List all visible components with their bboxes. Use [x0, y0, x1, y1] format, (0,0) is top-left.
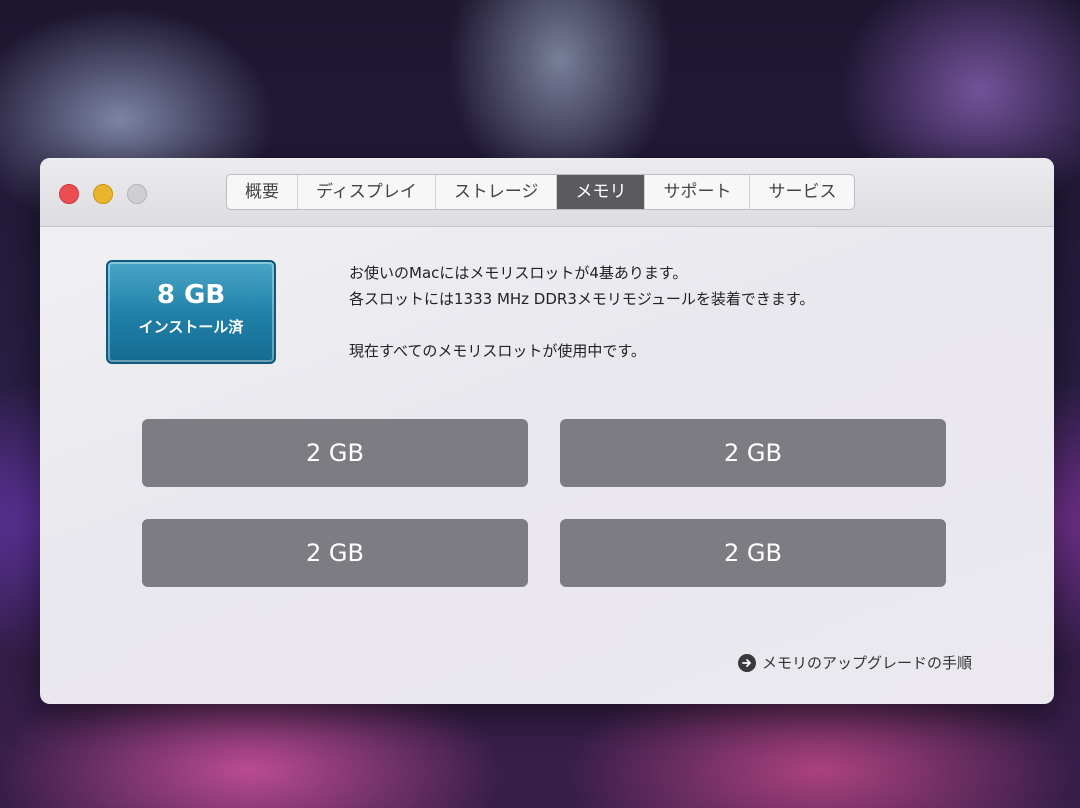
memory-slot-4: 2 GB — [560, 519, 946, 587]
info-line-slots: お使いのMacにはメモリスロットが4基あります。 — [349, 264, 688, 282]
memory-slot-3: 2 GB — [142, 519, 528, 587]
minimize-icon[interactable] — [93, 184, 113, 204]
tab-storage[interactable]: ストレージ — [436, 175, 558, 209]
memory-total-badge: 8 GB インストール済 — [106, 260, 276, 364]
memory-total-label: インストール済 — [138, 318, 244, 336]
info-line-status: 現在すべてのメモリスロットが使用中です。 — [349, 342, 646, 360]
title-bar: 概要 ディスプレイ ストレージ メモリ サポート サービス — [40, 158, 1054, 227]
zoom-icon[interactable] — [127, 184, 147, 204]
info-line-spec: 各スロットには1333 MHz DDR3メモリモジュールを装着できます。 — [349, 290, 815, 308]
tab-overview[interactable]: 概要 — [227, 175, 298, 209]
memory-slot-2: 2 GB — [560, 419, 946, 487]
about-this-mac-window: 概要 ディスプレイ ストレージ メモリ サポート サービス 8 GB インストー… — [40, 158, 1054, 704]
tab-bar: 概要 ディスプレイ ストレージ メモリ サポート サービス — [226, 174, 856, 210]
tab-memory[interactable]: メモリ — [557, 175, 646, 209]
memory-slot-1: 2 GB — [142, 419, 528, 487]
memory-total-size: 8 GB — [156, 280, 226, 310]
tab-service[interactable]: サービス — [750, 175, 854, 209]
tab-support[interactable]: サポート — [645, 175, 751, 209]
memory-upgrade-link-label: メモリのアップグレードの手順 — [762, 654, 973, 672]
arrow-right-circle-icon — [738, 653, 756, 672]
tab-displays[interactable]: ディスプレイ — [298, 175, 436, 209]
close-icon[interactable] — [59, 184, 79, 204]
memory-slot-grid: 2 GB 2 GB 2 GB 2 GB — [142, 419, 948, 587]
memory-info-text: お使いのMacにはメモリスロットが4基あります。 各スロットには1333 MHz… — [349, 260, 814, 364]
memory-upgrade-link[interactable]: メモリのアップグレードの手順 — [738, 652, 972, 673]
